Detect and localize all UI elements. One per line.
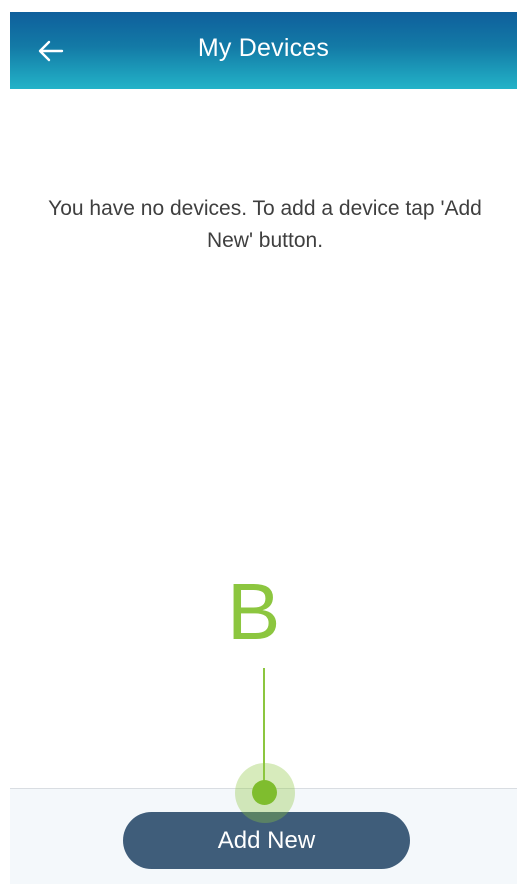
- app-screen: My Devices You have no devices. To add a…: [0, 0, 517, 884]
- annotation-letter: B: [227, 567, 281, 656]
- app-header: My Devices: [10, 12, 517, 89]
- annotation-dot: [252, 780, 277, 805]
- status-strip: [0, 0, 517, 12]
- page-title: My Devices: [197, 34, 330, 62]
- empty-state-message: You have no devices. To add a device tap…: [48, 197, 482, 252]
